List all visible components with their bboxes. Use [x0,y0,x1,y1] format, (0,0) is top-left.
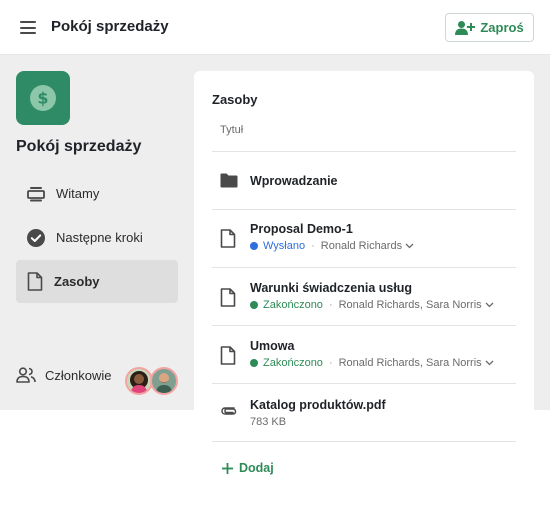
title-column-header[interactable]: Tytuł [212,124,516,152]
document-icon [220,346,236,365]
document-icon [220,229,236,248]
sidebar-item-label: Witamy [56,186,100,201]
members-label: Członkowie [45,367,112,383]
dollar-icon: $ [30,85,56,111]
recipients: Ronald Richards, Sara Norris [338,357,482,369]
svg-text:$: $ [37,89,48,108]
top-bar: Pokój sprzedaży Zaproś [0,0,550,55]
resource-row[interactable]: Proposal Demo-1 Wysłano · Ronald Richard… [212,210,516,268]
avatar [125,367,153,395]
resource-title: Wprowadzanie [250,174,338,188]
status-dot [250,359,258,367]
chevron-down-icon[interactable] [405,243,414,249]
add-label: Dodaj [239,461,274,475]
resource-title: Warunki świadczenia usług [250,281,413,295]
recipients: Ronald Richards [320,240,403,252]
members-link[interactable]: Członkowie [16,367,111,383]
resource-row[interactable]: Umowa Zakończono · Ronald Richards, Sara… [212,326,516,384]
member-avatars[interactable] [125,367,181,395]
file-size: 783 KB [250,416,287,428]
sidebar-item-label: Następne kroki [56,230,143,245]
recipients: Ronald Richards, Sara Norris [338,299,482,311]
status-badge: Zakończono [263,299,323,311]
document-icon [27,272,43,291]
plus-icon [222,462,233,474]
resource-title: Umowa [250,339,295,353]
resource-row-folder[interactable]: Wprowadzanie [212,152,516,210]
chevron-down-icon[interactable] [485,302,494,308]
resources-card: Zasoby Tytuł Wprowadzanie Proposal Demo-… [194,71,534,513]
avatar [150,367,178,395]
status-dot [250,301,258,309]
column-header-label: Tytuł [220,124,244,136]
invite-button[interactable]: Zaproś [445,13,534,42]
folder-icon [220,173,238,188]
room-name: Pokój sprzedaży [16,138,142,155]
resource-row[interactable]: Warunki świadczenia usług Zakończono · R… [212,268,516,326]
document-icon [220,288,236,307]
room-logo: $ [16,71,70,125]
sidebar-item-resources[interactable]: Zasoby [16,260,178,303]
section-title: Zasoby [212,92,258,107]
resource-row-attachment[interactable]: Katalog produktów.pdf 783 KB [212,384,516,442]
sidebar-item-label: Zasoby [54,274,100,289]
sidebar-item-next-steps[interactable]: Następne kroki [16,216,178,259]
people-icon [16,367,36,383]
resource-meta: Zakończono · Ronald Richards, Sara Norri… [250,299,494,311]
check-circle-icon [27,228,45,247]
add-button[interactable]: Dodaj [222,461,274,475]
add-person-icon [455,20,476,35]
menu-icon[interactable] [20,21,36,34]
resource-meta: Wysłano · Ronald Richards [250,240,414,252]
welcome-icon [27,186,45,201]
invite-label: Zaproś [480,20,524,35]
resource-meta: Zakończono · Ronald Richards, Sara Norri… [250,357,494,369]
status-badge: Zakończono [263,357,323,369]
chevron-down-icon[interactable] [485,360,494,366]
status-dot [250,242,258,250]
paperclip-icon [221,407,237,415]
resource-title: Katalog produktów.pdf [250,398,386,412]
page-title: Pokój sprzedaży [51,18,169,35]
status-badge: Wysłano [263,240,306,252]
sidebar-item-welcome[interactable]: Witamy [16,172,178,215]
resource-title: Proposal Demo-1 [250,222,353,236]
